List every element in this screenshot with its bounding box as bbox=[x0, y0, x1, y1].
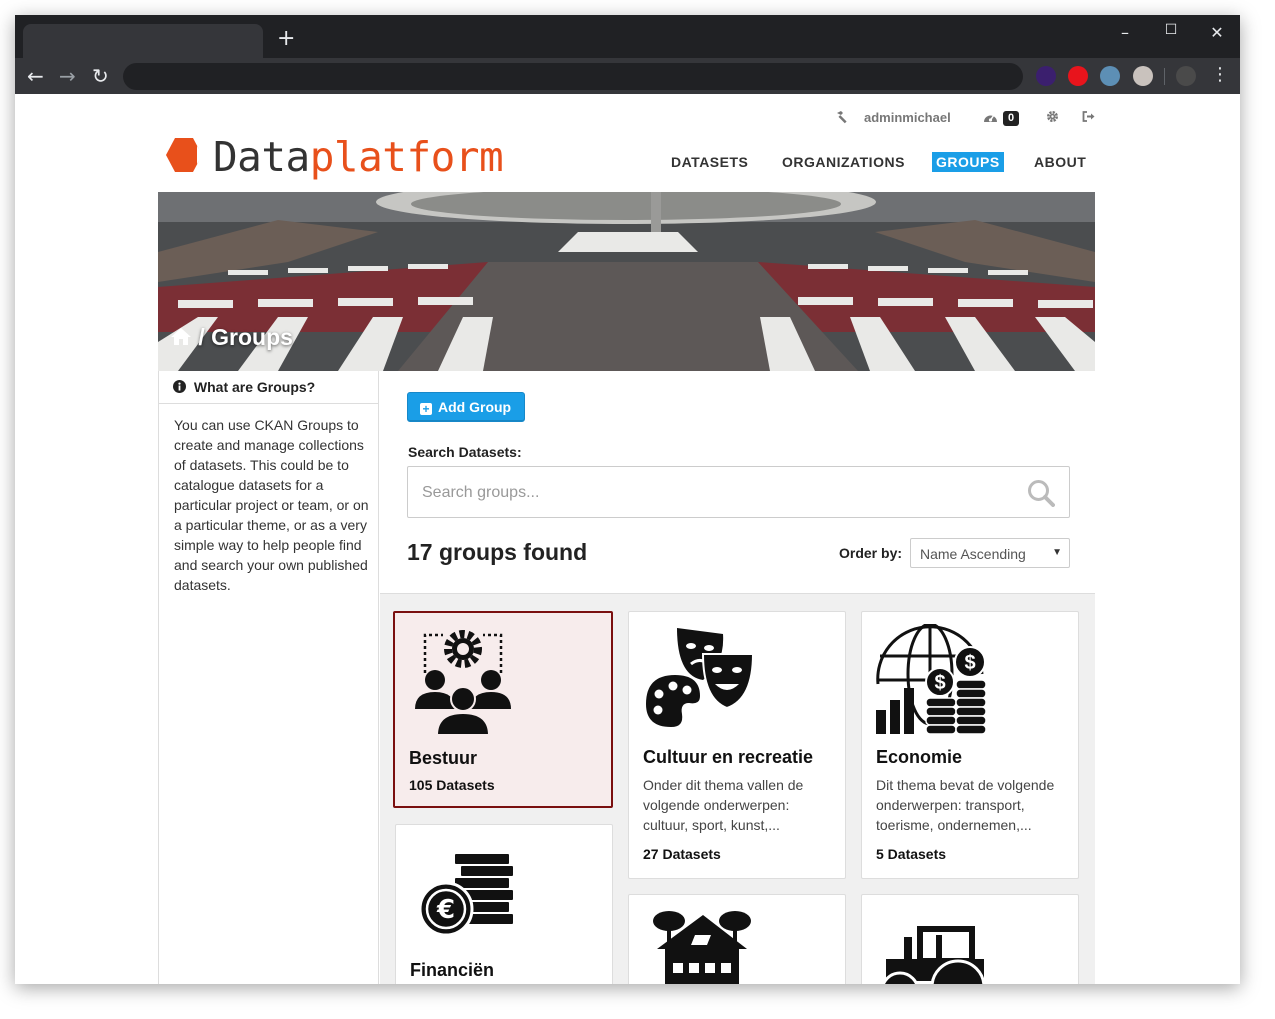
group-card-bestuur[interactable]: Bestuur 105 Datasets bbox=[393, 611, 613, 808]
group-card-grid: Bestuur 105 Datasets Cultuur en recreati… bbox=[380, 593, 1095, 984]
web-page: adminmichael 0 Dataplatform DATASETS ORG… bbox=[15, 94, 1240, 984]
group-title[interactable]: Bestuur bbox=[409, 748, 477, 769]
forward-button[interactable]: → bbox=[59, 65, 76, 87]
hero-banner: / Groups bbox=[158, 192, 1095, 371]
tractor-icon bbox=[881, 926, 986, 984]
tab-strip: + – ☐ ✕ bbox=[15, 15, 1240, 58]
dashboard-count-badge[interactable]: 0 bbox=[1003, 109, 1020, 126]
house-trees-icon bbox=[653, 911, 751, 984]
browser-window: + – ☐ ✕ ← → ↻ ⋮ adminmichael 0 Dataplatf… bbox=[15, 15, 1240, 984]
search-box[interactable] bbox=[407, 466, 1070, 518]
username-link[interactable]: adminmichael bbox=[864, 110, 951, 125]
search-input[interactable] bbox=[422, 481, 1002, 505]
svg-text:€: € bbox=[436, 895, 455, 925]
home-icon[interactable] bbox=[170, 327, 192, 346]
browser-tab[interactable] bbox=[23, 24, 263, 58]
new-tab-button[interactable]: + bbox=[277, 28, 295, 50]
group-dataset-count: 5 Datasets bbox=[876, 846, 947, 862]
group-dataset-count: 105 Datasets bbox=[409, 777, 495, 793]
main-container: What are Groups? You can use CKAN Groups… bbox=[158, 371, 1095, 984]
search-label: Search Datasets: bbox=[408, 444, 522, 460]
group-title[interactable]: Cultuur en recreatie bbox=[643, 747, 813, 768]
browser-menu-icon[interactable]: ⋮ bbox=[1211, 64, 1229, 85]
info-circle-icon bbox=[173, 380, 186, 393]
sidebar-description: You can use CKAN Groups to create and ma… bbox=[174, 417, 369, 593]
settings-gear-icon[interactable] bbox=[1046, 110, 1059, 126]
nav-datasets[interactable]: DATASETS bbox=[667, 152, 752, 172]
group-dataset-count: 27 Datasets bbox=[643, 846, 721, 862]
extension-icon[interactable] bbox=[1068, 66, 1088, 86]
plus-square-icon: + bbox=[420, 403, 432, 415]
group-card-economie[interactable]: $ $ Economie Dit thema bevat de volgende… bbox=[861, 611, 1079, 879]
logout-icon[interactable] bbox=[1082, 110, 1096, 126]
close-window-button[interactable]: ✕ bbox=[1202, 23, 1232, 42]
groups-search-panel: + Add Group Search Datasets: 17 groups fo… bbox=[380, 371, 1095, 593]
road-crossing-image bbox=[158, 192, 1095, 371]
theatre-masks-palette-icon bbox=[643, 628, 753, 730]
group-title[interactable]: Financiën bbox=[410, 960, 494, 981]
browser-toolbar: ← → ↻ ⋮ bbox=[15, 58, 1240, 94]
logo-text: Dataplatform bbox=[213, 132, 504, 182]
order-by-label: Order by: bbox=[839, 545, 903, 561]
euro-coins-icon: € bbox=[418, 852, 515, 937]
back-button[interactable]: ← bbox=[27, 65, 44, 87]
governance-people-gear-icon bbox=[415, 630, 511, 736]
group-description: Dit thema bevat de volgende onderwerpen:… bbox=[876, 777, 1055, 833]
reload-button[interactable]: ↻ bbox=[92, 65, 109, 87]
group-title[interactable]: Economie bbox=[876, 747, 962, 768]
dashboard-icon[interactable] bbox=[983, 110, 998, 126]
toolbar-divider bbox=[1164, 68, 1165, 85]
logo-text-platform: platform bbox=[309, 133, 504, 181]
nav-about[interactable]: ABOUT bbox=[1030, 152, 1090, 172]
nav-groups[interactable]: GROUPS bbox=[932, 152, 1004, 172]
sidebar-heading: What are Groups? bbox=[159, 371, 378, 404]
sidebar-heading-text: What are Groups? bbox=[193, 379, 316, 395]
svg-text:$: $ bbox=[964, 652, 975, 674]
results-count: 17 groups found bbox=[407, 539, 588, 565]
extension-icon[interactable] bbox=[1036, 66, 1056, 86]
group-card[interactable] bbox=[861, 894, 1079, 984]
logo-hexagon-icon bbox=[166, 138, 203, 172]
group-card[interactable] bbox=[628, 894, 846, 984]
group-card-cultuur[interactable]: Cultuur en recreatie Onder dit thema val… bbox=[628, 611, 846, 879]
profile-avatar[interactable] bbox=[1176, 66, 1196, 86]
group-card-financien[interactable]: € Financiën bbox=[395, 824, 613, 984]
group-description: Onder dit thema vallen de volgende onder… bbox=[643, 777, 804, 833]
admin-hammer-icon[interactable] bbox=[835, 110, 849, 127]
nav-organizations[interactable]: ORGANIZATIONS bbox=[778, 152, 909, 172]
svg-text:$: $ bbox=[934, 672, 945, 694]
maximize-button[interactable]: ☐ bbox=[1156, 22, 1186, 38]
chevron-down-icon: ▼ bbox=[1052, 547, 1062, 558]
search-icon[interactable] bbox=[1027, 479, 1055, 507]
extension-icon[interactable] bbox=[1133, 66, 1153, 86]
sidebar: What are Groups? You can use CKAN Groups… bbox=[159, 371, 379, 984]
page-title: / Groups bbox=[170, 324, 293, 351]
order-by-value: Name Ascending bbox=[920, 546, 1026, 562]
badge-number: 0 bbox=[1003, 111, 1020, 126]
order-by-select[interactable]: Name Ascending ▼ bbox=[910, 538, 1070, 568]
address-bar[interactable] bbox=[123, 63, 1023, 90]
add-group-button[interactable]: + Add Group bbox=[407, 392, 525, 422]
breadcrumb-groups[interactable]: Groups bbox=[211, 324, 293, 350]
add-group-label: Add Group bbox=[438, 399, 512, 415]
globe-coins-chart-icon: $ $ bbox=[876, 624, 986, 735]
extension-icon[interactable] bbox=[1100, 66, 1120, 86]
logo-text-data: Data bbox=[213, 133, 310, 181]
minimize-button[interactable]: – bbox=[1110, 23, 1140, 42]
breadcrumb-separator: / bbox=[198, 324, 205, 350]
